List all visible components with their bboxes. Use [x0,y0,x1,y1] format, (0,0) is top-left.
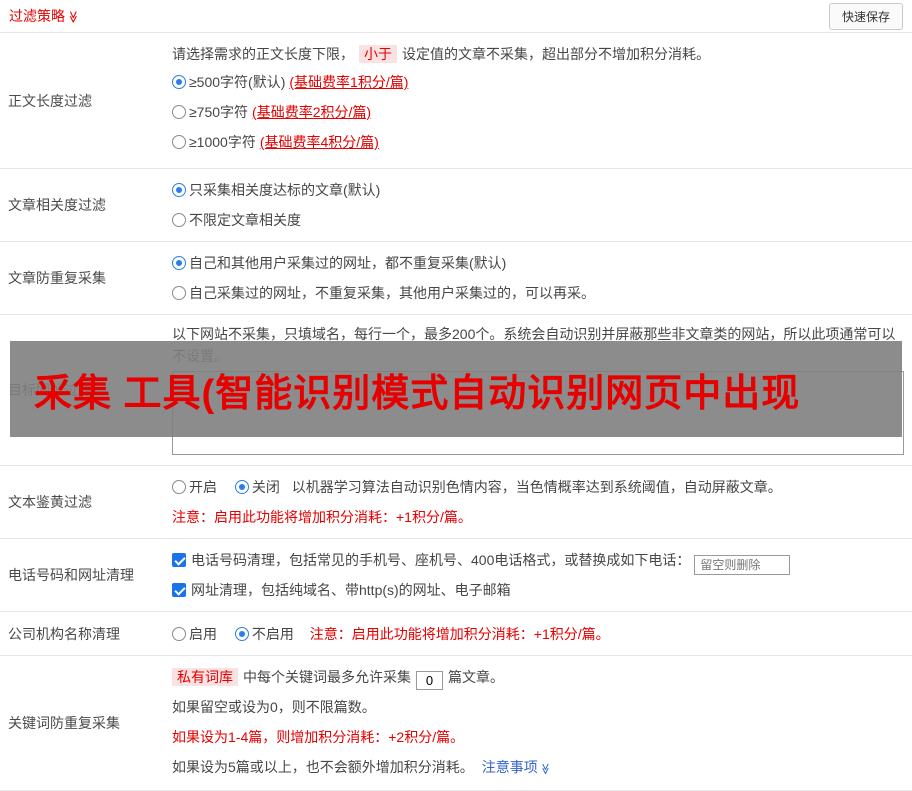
radio-label: 不限定文章相关度 [189,212,301,228]
section-title-toggle[interactable]: 过滤策略≫ [9,6,80,26]
keyword-dedup-content: 私有词库中每个关键词最多允许采集 篇文章。 如果留空或设为0，则不限篇数。 如果设… [172,656,912,790]
label-porn-filter: 文本鉴黄过滤 [8,494,92,510]
phone-clean-option: 电话号码清理，包括常见的手机号、座机号、400电话格式，或替换成如下电话： [172,545,904,575]
porn-filter-content: 开启 关闭 以机器学习算法自动识别色情内容，当色情概率达到系统阈值，自动屏蔽文章… [172,466,912,538]
url-clean-option: 网址清理，包括纯域名、带http(s)的网址、电子邮箱 [172,575,904,605]
fee-note-1000: (基础费率4积分/篇) [259,134,379,150]
radio-label: ≥500字符(默认) [189,74,286,90]
radio-relevance-strict[interactable] [172,183,186,197]
watermark-banner: 采集 工具(智能识别模式自动识别网页中出现 [10,341,902,437]
row-dedup-filter: 文章防重复采集 自己和其他用户采集过的网址，都不重复采集(默认) 自己采集过的网… [0,242,912,315]
double-chevron-down-icon: ≫ [66,10,81,24]
length-option-1000: ≥1000字符 (基础费率4积分/篇) [172,127,904,157]
radio-length-1000[interactable] [172,135,186,149]
company-clean-content: 启用 不启用 注意：启用此功能将增加积分消耗：+1积分/篇。 [172,612,912,655]
radio-dedup-global[interactable] [172,256,186,270]
dedup-option-global: 自己和其他用户采集过的网址，都不重复采集(默认) [172,248,904,278]
fee-note-500: (基础费率1积分/篇) [289,74,409,90]
length-option-500: ≥500字符(默认) (基础费率1积分/篇) [172,67,904,97]
label-phone-url-clean: 电话号码和网址清理 [8,567,134,583]
keyword-count-input[interactable] [416,671,443,690]
keyword-dedup-text: 中每个关键词最多允许采集 [243,669,411,685]
checkbox-phone-clean[interactable] [172,553,186,567]
radio-label: 自己和其他用户采集过的网址，都不重复采集(默认) [189,255,507,271]
radio-label: 不启用 [251,625,294,642]
radio-length-500[interactable] [172,75,186,89]
radio-porn-off[interactable] [234,480,249,494]
radio-label: ≥750字符 [189,104,249,120]
checkbox-label: 电话号码清理，包括常见的手机号、座机号、400电话格式，或替换成如下电话： [191,552,691,568]
private-lexicon-highlight: 私有词库 [172,668,238,686]
label-relevance-filter: 文章相关度过滤 [8,197,106,213]
double-chevron-down-icon: ≫ [538,763,551,775]
keyword-dedup-line3: 如果设为1-4篇，则增加积分消耗：+2积分/篇。 [172,729,465,745]
notes-link[interactable]: 注意事项≫ [482,759,551,775]
checkbox-url-clean[interactable] [172,583,186,597]
company-clean-note: 注意：启用此功能将增加积分消耗：+1积分/篇。 [309,625,610,642]
phone-url-clean-content: 电话号码清理，包括常见的手机号、座机号、400电话格式，或替换成如下电话： 网址… [172,539,912,611]
length-option-750: ≥750字符 (基础费率2积分/篇) [172,97,904,127]
watermark-text: 采集 工具(智能识别模式自动识别网页中出现 [34,372,801,415]
page-title: 过滤策略 [9,8,65,24]
checkbox-label: 网址清理，包括纯域名、带http(s)的网址、电子邮箱 [191,582,511,598]
radio-label: 关闭 [251,479,280,495]
intro-highlight-lessthan: 小于 [359,45,397,63]
label-company-clean: 公司机构名称清理 [8,625,120,642]
phone-replace-input[interactable] [694,555,791,575]
radio-porn-on[interactable] [172,480,186,494]
quick-save-button[interactable]: 快速保存 [828,2,903,30]
intro-text-pre: 请选择需求的正文长度下限， [172,46,354,62]
length-filter-content: 请选择需求的正文长度下限， 小于 设定值的文章不采集，超出部分不增加积分消耗。 ≥5… [172,33,912,168]
keyword-dedup-line4: 如果设为5篇或以上，也不会额外增加积分消耗。 注意事项≫ [172,752,904,784]
radio-label: 启用 [189,625,217,642]
label-keyword-dedup: 关键词防重复采集 [8,715,120,731]
radio-dedup-self[interactable] [172,286,186,300]
row-phone-url-clean: 电话号码和网址清理 电话号码清理，包括常见的手机号、座机号、400电话格式，或替… [0,539,912,612]
topbar: 过滤策略≫ 快速保存 [0,0,912,33]
keyword-dedup-line2: 如果留空或设为0，则不限篇数。 [172,699,376,715]
keyword-dedup-text: 如果设为5篇或以上，也不会额外增加积分消耗。 [172,759,474,775]
radio-company-on[interactable] [172,626,186,641]
porn-filter-note: 注意：启用此功能将增加积分消耗：+1积分/篇。 [172,509,472,525]
keyword-dedup-line1: 私有词库中每个关键词最多允许采集 篇文章。 [172,662,904,692]
radio-label: 只采集相关度达标的文章(默认) [189,182,381,198]
dedup-filter-content: 自己和其他用户采集过的网址，都不重复采集(默认) 自己采集过的网址，不重复采集，… [172,242,912,314]
radio-relevance-any[interactable] [172,213,186,227]
relevance-filter-content: 只采集相关度达标的文章(默认) 不限定文章相关度 [172,169,912,241]
porn-filter-options: 开启 关闭 以机器学习算法自动识别色情内容，当色情概率达到系统阈值，自动屏蔽文章… [172,472,904,502]
fee-note-750: (基础费率2积分/篇) [252,104,372,120]
radio-label: 自己采集过的网址，不重复采集，其他用户采集过的，可以再采。 [189,285,595,301]
radio-length-750[interactable] [172,105,186,119]
radio-label: 开启 [189,479,217,495]
dedup-option-self: 自己采集过的网址，不重复采集，其他用户采集过的，可以再采。 [172,278,904,308]
row-company-clean: 公司机构名称清理 启用 不启用 注意：启用此功能将增加积分消耗：+1积分/篇。 [0,612,912,656]
radio-company-off[interactable] [234,626,249,641]
relevance-option-strict: 只采集相关度达标的文章(默认) [172,175,904,205]
row-porn-filter: 文本鉴黄过滤 开启 关闭 以机器学习算法自动识别色情内容，当色情概率达到系统阈值… [0,466,912,539]
keyword-dedup-text: 篇文章。 [448,669,504,685]
company-clean-options: 启用 不启用 注意：启用此功能将增加积分消耗：+1积分/篇。 [172,619,904,649]
intro-text-post: 设定值的文章不采集，超出部分不增加积分消耗。 [402,46,710,62]
relevance-option-any: 不限定文章相关度 [172,205,904,235]
radio-label: ≥1000字符 [189,134,256,150]
row-keyword-dedup: 关键词防重复采集 私有词库中每个关键词最多允许采集 篇文章。 如果留空或设为0，则… [0,656,912,791]
length-filter-intro: 请选择需求的正文长度下限， 小于 设定值的文章不采集，超出部分不增加积分消耗。 [172,41,904,67]
row-relevance-filter: 文章相关度过滤 只采集相关度达标的文章(默认) 不限定文章相关度 [0,169,912,242]
porn-filter-description: 以机器学习算法自动识别色情内容，当色情概率达到系统阈值，自动屏蔽文章。 [291,479,782,495]
label-dedup-filter: 文章防重复采集 [8,270,106,286]
label-length-filter: 正文长度过滤 [8,92,92,109]
row-length-filter: 正文长度过滤 请选择需求的正文长度下限， 小于 设定值的文章不采集，超出部分不增加积… [0,33,912,169]
